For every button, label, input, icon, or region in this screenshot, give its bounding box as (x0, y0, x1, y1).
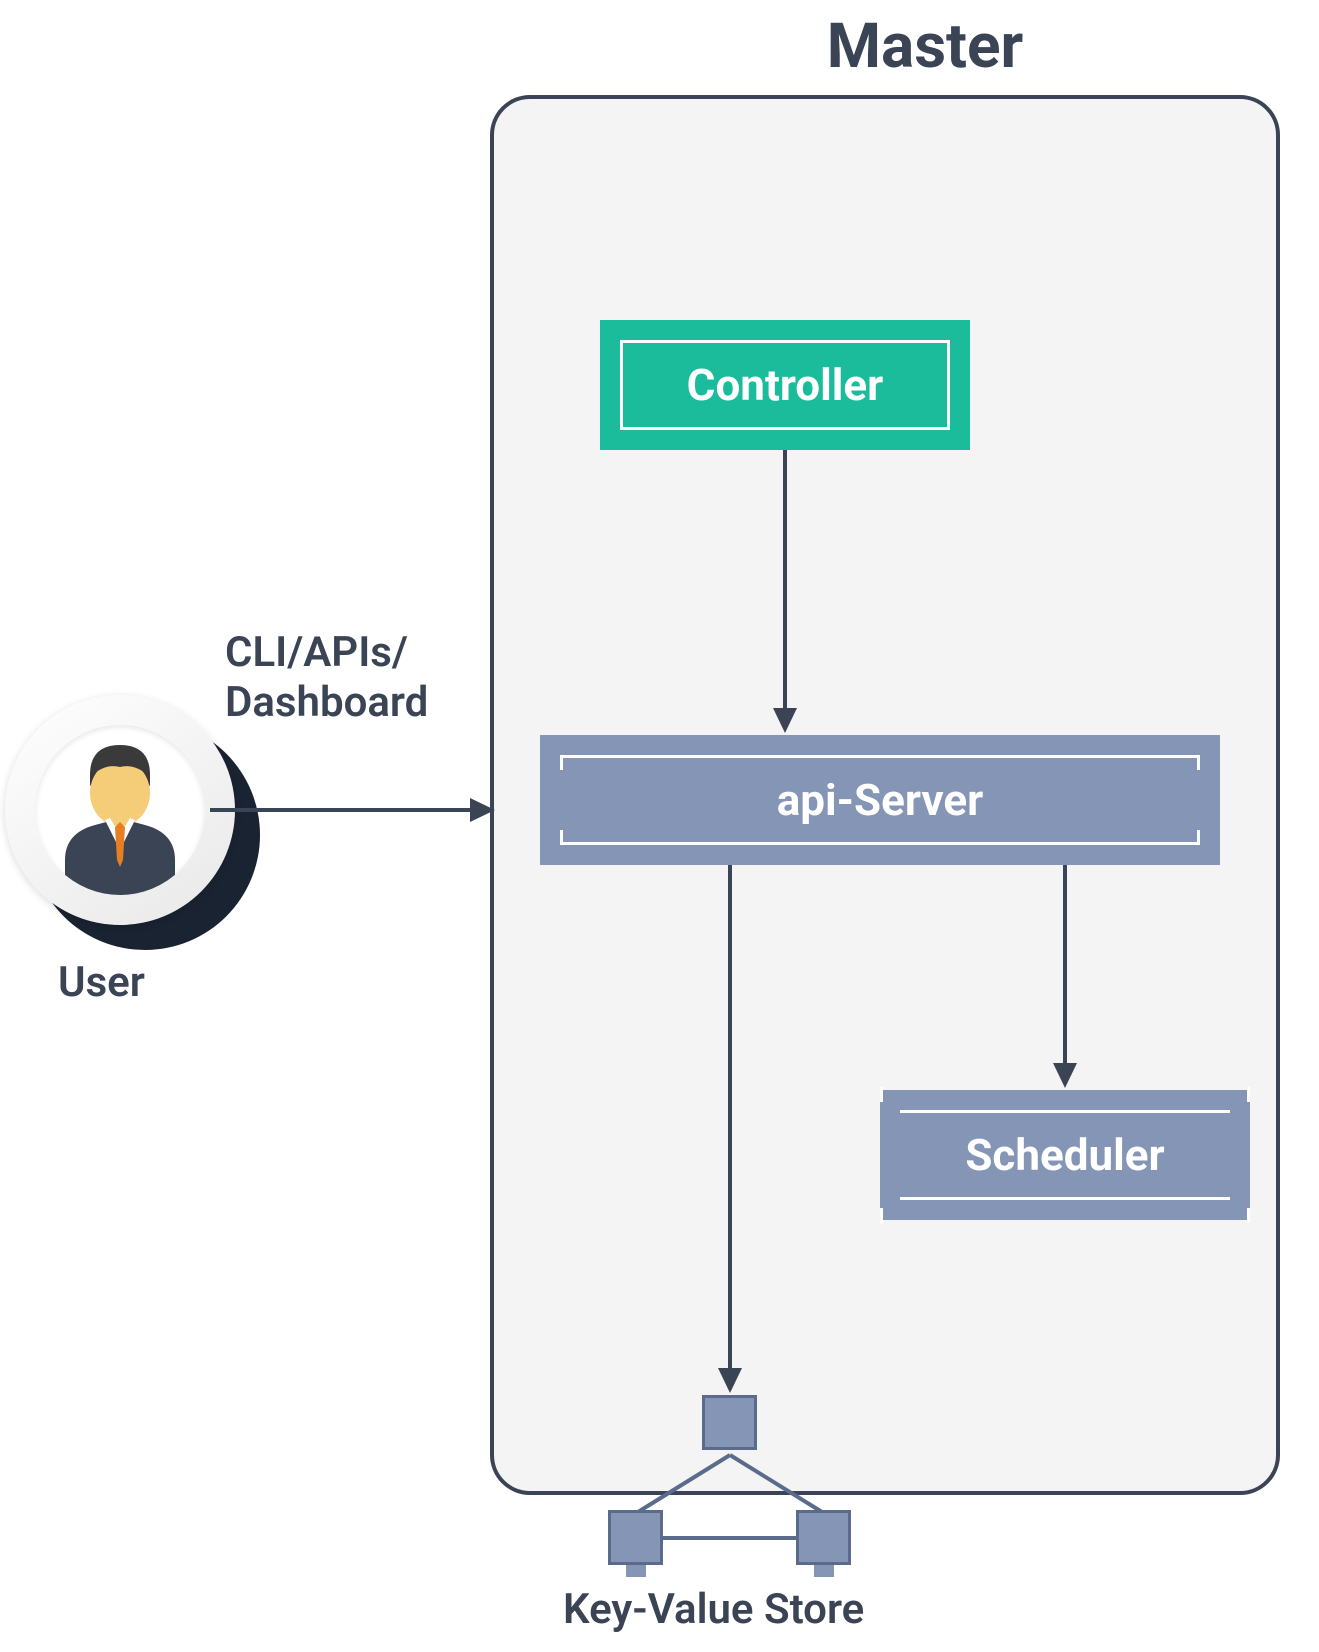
controller-box: Controller (600, 320, 970, 450)
key-value-store-label: Key-Value Store (563, 1585, 864, 1634)
controller-label: Controller (687, 359, 884, 411)
tick (560, 830, 563, 845)
user-icon-outer (5, 695, 235, 925)
kvs-node-right (796, 1510, 851, 1565)
kvs-node-tip (626, 1565, 646, 1577)
arrow-label-line1: CLI/APIs/ (225, 628, 408, 677)
arrow-label: CLI/APIs/ Dashboard (225, 628, 428, 729)
scheduler-label: Scheduler (965, 1129, 1164, 1181)
diagram-title: Master (580, 10, 1270, 83)
arrow-controller-to-apiserver (765, 450, 805, 740)
scheduler-inner: Scheduler (900, 1110, 1230, 1200)
tick (880, 1208, 883, 1223)
tick (1247, 1087, 1250, 1102)
arrow-apiserver-to-kvs (710, 865, 750, 1400)
arrow-label-line2: Dashboard (225, 678, 428, 727)
tick (1197, 830, 1200, 845)
kvs-node-left (608, 1510, 663, 1565)
api-server-inner: api-Server (560, 755, 1200, 845)
controller-box-inner: Controller (620, 340, 950, 430)
tick (560, 755, 563, 770)
tick (1247, 1208, 1250, 1223)
api-server-box: api-Server (540, 735, 1220, 865)
kvs-node-top (702, 1395, 757, 1450)
user-avatar-svg (35, 725, 205, 895)
tick (880, 1087, 883, 1102)
user-icon (5, 695, 245, 935)
tick (1197, 755, 1200, 770)
kvs-node-tip (814, 1565, 834, 1577)
api-server-label: api-Server (777, 774, 984, 826)
user-label: User (58, 958, 145, 1007)
scheduler-box: Scheduler (880, 1090, 1250, 1220)
user-icon-inner (35, 725, 205, 895)
arrow-user-to-master (210, 790, 500, 830)
arrow-apiserver-to-scheduler (1045, 865, 1085, 1095)
